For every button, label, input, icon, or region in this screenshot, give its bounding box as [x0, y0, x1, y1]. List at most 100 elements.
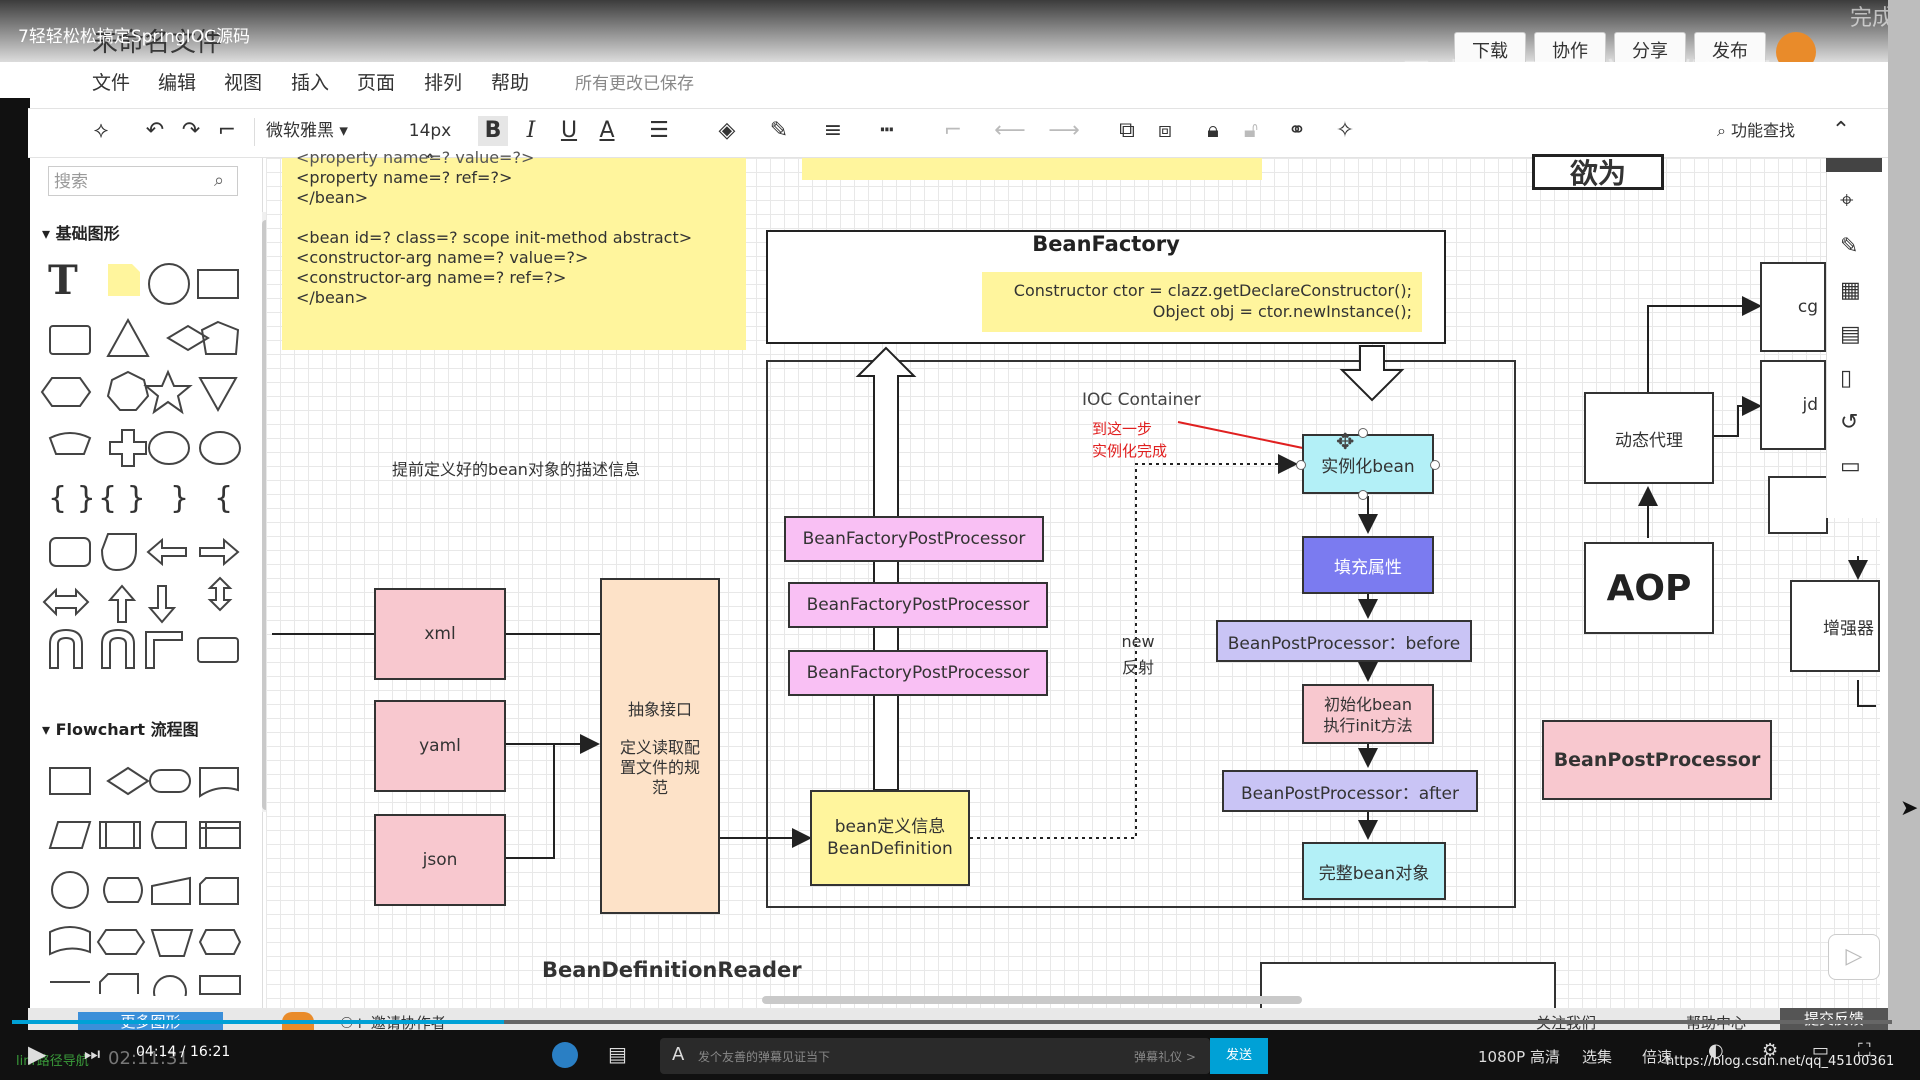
menu-page[interactable]: 页面: [357, 68, 395, 95]
danmaku-etiquette[interactable]: 弹幕礼仪 >: [1134, 1048, 1196, 1065]
menu-arrange[interactable]: 排列: [424, 68, 462, 95]
episodes-button[interactable]: 选集: [1582, 1046, 1612, 1067]
init-bean-box[interactable]: 初始化bean 执行init方法: [1302, 684, 1434, 744]
reflect-label: 反射: [1121, 658, 1154, 677]
italic-icon[interactable]: I: [516, 116, 546, 146]
settings-icon[interactable]: ⚙: [1762, 1040, 1778, 1061]
play-icon[interactable]: ▶: [28, 1040, 46, 1068]
progress-fill: [12, 1020, 504, 1024]
dynamic-proxy-box[interactable]: 动态代理: [1584, 392, 1714, 484]
send-back-icon[interactable]: ⧈: [1150, 116, 1180, 146]
danmaku-toggle-icon[interactable]: [552, 1042, 578, 1068]
feature-search-label: 功能查找: [1731, 121, 1796, 140]
unlock-icon[interactable]: 🔓︎: [1236, 116, 1266, 146]
danmaku-style-icon[interactable]: A: [672, 1044, 684, 1065]
connection-point[interactable]: [1358, 490, 1368, 500]
underline-icon[interactable]: U: [554, 116, 584, 146]
section-basic-shapes[interactable]: ▾ 基础图形: [42, 220, 120, 244]
menu-file[interactable]: 文件: [92, 68, 130, 95]
comment-icon[interactable]: ▭: [1840, 454, 1861, 479]
quality-select[interactable]: 1080P 高清: [1478, 1046, 1560, 1067]
jdk-box-partial[interactable]: jd: [1760, 360, 1826, 450]
format-icon[interactable]: ⟡: [86, 116, 116, 146]
bean-definition-box[interactable]: bean定义信息 BeanDefinition: [810, 790, 970, 886]
connector-icon[interactable]: ⌐: [938, 116, 968, 146]
aop-box[interactable]: AOP: [1584, 542, 1714, 634]
connection-point[interactable]: [1430, 460, 1440, 470]
volume-icon[interactable]: ◐: [1708, 1040, 1724, 1061]
search-input[interactable]: 搜索: [48, 166, 238, 196]
instantiate-bean-box[interactable]: 实例化bean: [1302, 434, 1434, 494]
menu-view[interactable]: 视图: [224, 68, 262, 95]
line-weight-icon[interactable]: ≡: [818, 116, 848, 146]
lock-icon[interactable]: 🔒︎: [1198, 116, 1228, 146]
svg-text:{: {: [214, 481, 233, 516]
json-box[interactable]: json: [374, 814, 506, 906]
bring-front-icon[interactable]: ⧉: [1112, 116, 1142, 146]
align-icon[interactable]: ☰: [644, 116, 674, 146]
menu-insert[interactable]: 插入: [291, 68, 329, 95]
bold-icon[interactable]: B: [478, 116, 508, 146]
beanfactory-code-note[interactable]: Constructor ctor = clazz.getDeclareConst…: [982, 272, 1422, 332]
reader-label[interactable]: BeanDefinitionReader: [542, 958, 802, 982]
bfpp-box-1[interactable]: BeanFactoryPostProcessor: [784, 516, 1044, 562]
search-icon[interactable]: ⌕: [214, 170, 224, 191]
history-icon[interactable]: ↺: [1840, 410, 1858, 435]
basic-shapes-palette[interactable]: T { } { } } {: [40, 258, 250, 778]
pages-icon[interactable]: ▤: [1840, 322, 1861, 347]
pip-icon[interactable]: ▭: [1812, 1040, 1829, 1061]
mouse-cursor-icon: ➤: [1900, 796, 1919, 821]
feature-search[interactable]: ⌕ 功能查找: [1696, 116, 1816, 146]
feedback-button[interactable]: 提交反馈: [1780, 1008, 1888, 1030]
enhancer-box-partial[interactable]: 增强器: [1790, 580, 1880, 672]
play-overlay-icon[interactable]: ▷: [1828, 934, 1880, 980]
document-icon[interactable]: ▯: [1840, 366, 1852, 391]
xml-box[interactable]: xml: [374, 588, 506, 680]
format-painter-icon[interactable]: ⌐: [212, 116, 242, 146]
partial-box[interactable]: [1768, 476, 1828, 534]
svg-text:{ }: { }: [98, 481, 146, 516]
bpp-big-box[interactable]: BeanPostProcessor: [1542, 720, 1772, 800]
fill-properties-box[interactable]: 填充属性: [1302, 536, 1434, 594]
bpp-before-box[interactable]: BeanPostProcessor：before: [1216, 620, 1472, 662]
yaml-box[interactable]: yaml: [374, 700, 506, 792]
font-color-icon[interactable]: A: [592, 116, 622, 146]
undo-icon[interactable]: ↶: [140, 116, 170, 146]
danmaku-settings-icon[interactable]: ▤: [608, 1042, 627, 1066]
calendar-icon[interactable]: ▦: [1840, 278, 1861, 303]
menu-help[interactable]: 帮助: [491, 68, 529, 95]
connection-point[interactable]: [1358, 428, 1368, 438]
font-family-select[interactable]: 微软雅黑 ▾: [266, 116, 376, 146]
arrow-end-icon[interactable]: ⟶: [1044, 116, 1084, 146]
magic-icon[interactable]: ✧: [1330, 116, 1360, 146]
bpp-after-box[interactable]: BeanPostProcessor：after: [1222, 770, 1478, 812]
yellow-note-partial[interactable]: [802, 158, 1262, 180]
xml-config-note[interactable]: <property name=? value=?> <property name…: [282, 148, 746, 350]
cglib-box-partial[interactable]: cg: [1760, 262, 1826, 352]
beanfactory-title: BeanFactory: [1032, 232, 1180, 256]
fill-color-icon[interactable]: ◈: [712, 116, 742, 146]
complete-bean-box[interactable]: 完整bean对象: [1302, 842, 1446, 900]
top-label-partial[interactable]: 欲为: [1532, 154, 1664, 190]
line-color-icon[interactable]: ✎: [764, 116, 794, 146]
navigate-icon[interactable]: ⌖: [1840, 186, 1854, 214]
bfpp-box-2[interactable]: BeanFactoryPostProcessor: [788, 582, 1048, 628]
next-icon[interactable]: ⏭: [84, 1044, 100, 1065]
send-button[interactable]: 发送: [1210, 1038, 1268, 1074]
line-style-icon[interactable]: ┅: [872, 116, 902, 146]
connection-point[interactable]: [1296, 460, 1306, 470]
arrow-start-icon[interactable]: ⟵: [990, 116, 1030, 146]
flowchart-shapes-palette[interactable]: [40, 756, 250, 996]
collapse-icon[interactable]: ⌃: [1826, 116, 1856, 146]
menu-edit[interactable]: 编辑: [158, 68, 196, 95]
bfpp-box-3[interactable]: BeanFactoryPostProcessor: [788, 650, 1048, 696]
section-flowchart[interactable]: ▾ Flowchart 流程图: [42, 716, 199, 740]
redo-icon[interactable]: ↷: [176, 116, 206, 146]
link-icon[interactable]: ⚭: [1282, 116, 1312, 146]
predefined-label[interactable]: 提前定义好的bean对象的描述信息: [392, 456, 640, 480]
canvas-scrollbar[interactable]: [762, 996, 1302, 1004]
format-panel-icon[interactable]: ✎: [1840, 234, 1858, 259]
video-right-border: [1888, 0, 1920, 1080]
font-size-select[interactable]: 14px ⇕: [400, 116, 460, 171]
fullscreen-icon[interactable]: ⛶: [1858, 1040, 1871, 1061]
